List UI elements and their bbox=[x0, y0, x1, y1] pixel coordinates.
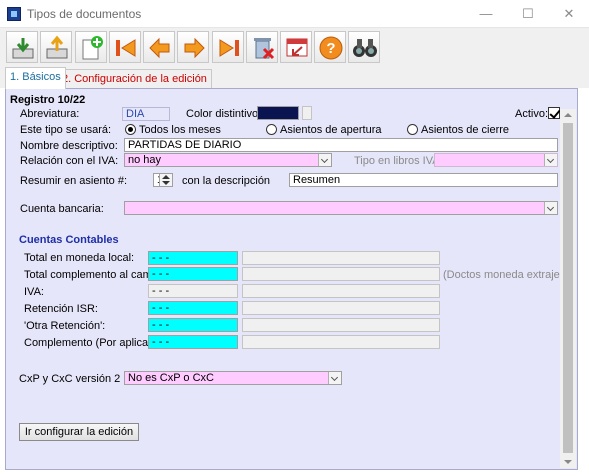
cuenta-field[interactable]: - - - bbox=[148, 251, 238, 265]
next-record-icon bbox=[184, 37, 205, 59]
cuenta-label: Total en moneda local: bbox=[24, 252, 135, 264]
cuenta-description bbox=[242, 284, 440, 298]
tab-basicos[interactable]: 1. Básicos bbox=[5, 67, 66, 89]
new-icon bbox=[82, 36, 103, 60]
cxp-select[interactable]: No es CxP o CxC bbox=[124, 371, 342, 385]
open-button[interactable] bbox=[40, 31, 72, 63]
toolbar: ? bbox=[0, 28, 589, 66]
tipo-libros-label: Tipo en libros IVA: bbox=[354, 155, 443, 167]
activo-checkbox[interactable] bbox=[548, 107, 560, 119]
previous-record-button[interactable] bbox=[143, 31, 175, 63]
color-swatch[interactable] bbox=[257, 106, 299, 120]
radio-todos-los-meses-label: Todos los meses bbox=[139, 124, 221, 136]
scroll-up-icon[interactable] bbox=[564, 113, 572, 117]
cuenta-field[interactable]: - - - bbox=[148, 301, 238, 315]
scroll-thumb[interactable] bbox=[563, 123, 573, 453]
new-button[interactable] bbox=[75, 31, 107, 63]
first-record-button[interactable] bbox=[109, 31, 141, 63]
color-label: Color distintivo: bbox=[186, 108, 262, 120]
binoculars-icon bbox=[353, 39, 377, 57]
chevron-down-icon bbox=[318, 154, 331, 166]
iva-label: Relación con el IVA: bbox=[20, 155, 119, 167]
chevron-down-icon bbox=[328, 372, 341, 384]
chevron-down-icon bbox=[544, 202, 557, 214]
color-picker-button[interactable] bbox=[302, 106, 312, 120]
cuenta-description bbox=[242, 318, 440, 332]
cuenta-bancaria-select[interactable] bbox=[124, 201, 558, 215]
nombre-field[interactable]: PARTIDAS DE DIARIO bbox=[124, 138, 558, 152]
iva-select-value: no hay bbox=[128, 154, 162, 166]
first-record-icon bbox=[116, 39, 136, 57]
chevron-down-icon bbox=[544, 154, 557, 166]
next-record-button[interactable] bbox=[177, 31, 209, 63]
delete-icon bbox=[254, 38, 275, 60]
descripcion-field[interactable]: Resumen bbox=[289, 173, 558, 187]
exit-button[interactable] bbox=[280, 31, 312, 63]
tipo-label: Este tipo se usará: bbox=[20, 124, 112, 136]
cuenta-bancaria-label: Cuenta bancaria: bbox=[20, 203, 104, 215]
scroll-down-icon[interactable] bbox=[564, 460, 572, 464]
cuenta-description bbox=[242, 267, 440, 281]
radio-asientos-apertura[interactable] bbox=[266, 124, 277, 135]
search-button[interactable] bbox=[348, 31, 380, 63]
radio-asientos-cierre-label: Asientos de cierre bbox=[421, 124, 510, 136]
svg-text:?: ? bbox=[326, 40, 335, 57]
tipo-libros-select[interactable] bbox=[434, 153, 558, 167]
cuenta-label: Retención ISR: bbox=[24, 303, 98, 315]
exit-icon bbox=[286, 38, 308, 57]
cxp-select-value: No es CxP o CxC bbox=[128, 372, 214, 384]
minimize-button[interactable]: — bbox=[466, 0, 506, 28]
cuenta-field[interactable]: - - - bbox=[148, 335, 238, 349]
vertical-scrollbar[interactable] bbox=[560, 109, 576, 468]
cuenta-label: 'Otra Retención': bbox=[24, 320, 106, 332]
cuentas-header: Cuentas Contables bbox=[19, 234, 119, 246]
radio-asientos-apertura-label: Asientos de apertura bbox=[280, 124, 382, 136]
nombre-label: Nombre descriptivo: bbox=[20, 140, 118, 152]
abreviatura-field[interactable]: DIA bbox=[122, 107, 170, 121]
cuenta-label: IVA: bbox=[24, 286, 44, 298]
abreviatura-label: Abreviatura: bbox=[20, 108, 80, 120]
radio-asientos-cierre[interactable] bbox=[407, 124, 418, 135]
maximize-button[interactable]: ☐ bbox=[508, 0, 548, 28]
cuenta-field[interactable]: - - - bbox=[148, 284, 238, 298]
save-icon bbox=[12, 38, 34, 59]
last-record-icon bbox=[219, 39, 239, 57]
open-icon bbox=[46, 35, 68, 59]
resumir-spinner[interactable] bbox=[159, 173, 173, 187]
close-button[interactable]: ✕ bbox=[549, 0, 589, 28]
title-bar: Tipos de documentos — ☐ ✕ bbox=[0, 0, 589, 28]
last-record-button[interactable] bbox=[212, 31, 244, 63]
cxp-label: CxP y CxC versión 2 : bbox=[19, 373, 127, 385]
window-title: Tipos de documentos bbox=[27, 7, 142, 21]
previous-record-icon bbox=[149, 37, 170, 59]
delete-button[interactable] bbox=[246, 31, 278, 63]
activo-label: Activo: bbox=[515, 108, 549, 120]
ir-configurar-button[interactable]: Ir configurar la edición bbox=[19, 423, 139, 441]
cuenta-label: Complemento (Por aplicar): bbox=[24, 337, 159, 349]
tab-configuracion[interactable]: 2. Configuración de la edición bbox=[57, 69, 212, 89]
tab-strip: 1. Básicos 2. Configuración de la edició… bbox=[0, 66, 589, 89]
cuenta-note: (Doctos moneda extrajera) bbox=[443, 269, 574, 281]
cuenta-description bbox=[242, 301, 440, 315]
resumir-label: Resumir en asiento #: bbox=[20, 175, 127, 187]
app-icon bbox=[7, 7, 21, 21]
cuenta-field[interactable]: - - - bbox=[148, 267, 238, 281]
help-icon: ? bbox=[319, 36, 343, 60]
radio-todos-los-meses[interactable] bbox=[125, 124, 136, 135]
cuenta-field[interactable]: - - - bbox=[148, 318, 238, 332]
help-button[interactable]: ? bbox=[314, 31, 346, 63]
cuenta-description bbox=[242, 335, 440, 349]
cuenta-description bbox=[242, 251, 440, 265]
spinner-arrows-icon bbox=[162, 175, 170, 185]
iva-select[interactable]: no hay bbox=[124, 153, 332, 167]
save-button[interactable] bbox=[6, 31, 38, 63]
record-indicator: Registro 10/22 bbox=[10, 94, 86, 106]
descripcion-label: con la descripción bbox=[182, 175, 271, 187]
